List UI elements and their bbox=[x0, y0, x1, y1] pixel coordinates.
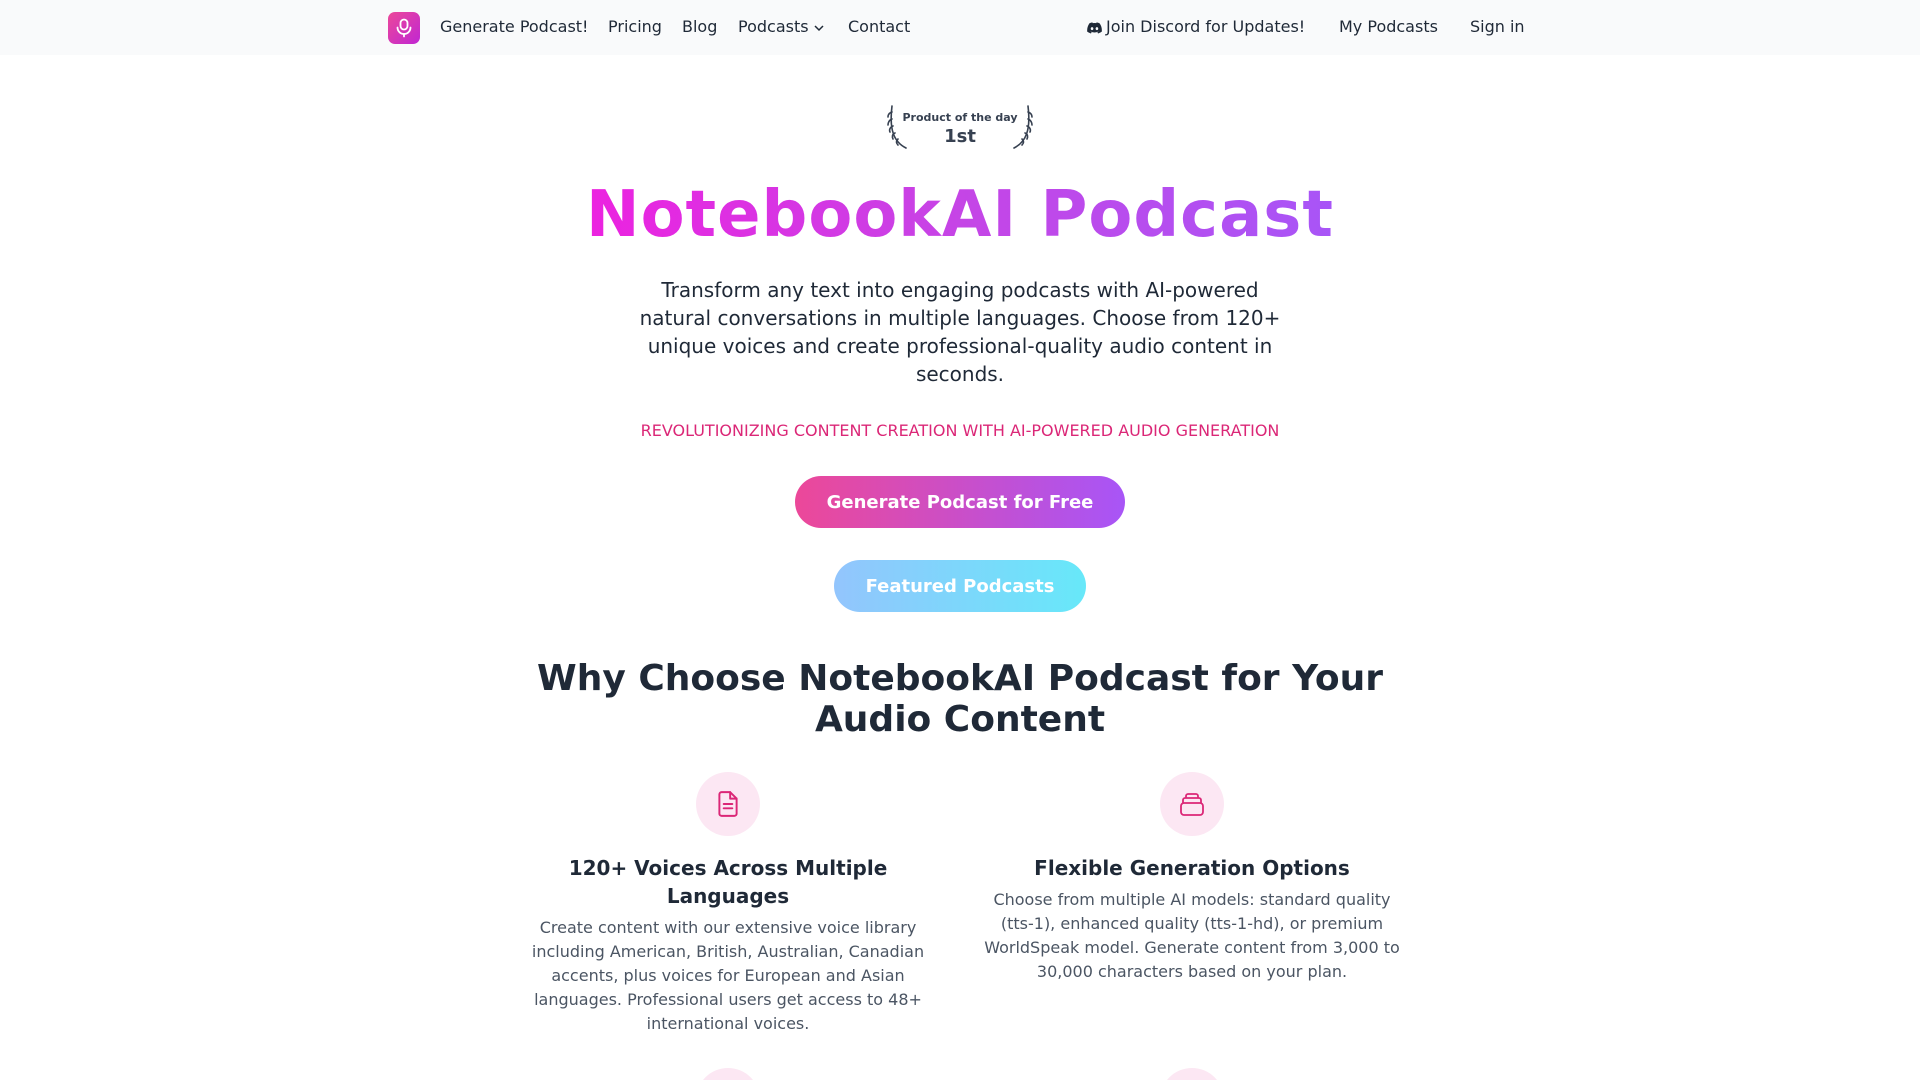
nav-generate-podcast[interactable]: Generate Podcast! bbox=[440, 17, 588, 37]
chevron-down-icon bbox=[814, 24, 824, 31]
nav-pricing[interactable]: Pricing bbox=[608, 17, 662, 37]
feature-description: Choose from multiple AI models: standard… bbox=[984, 890, 1400, 981]
laurel-right-icon bbox=[1013, 105, 1033, 149]
stack-icon bbox=[1160, 772, 1224, 836]
top-navbar: Generate Podcast! Pricing Blog Podcasts … bbox=[0, 0, 1920, 55]
generate-podcast-free-button[interactable]: Generate Podcast for Free bbox=[795, 476, 1125, 528]
hero-title-text: NotebookAI Podcast bbox=[586, 178, 1334, 252]
logo-microphone-icon[interactable] bbox=[388, 12, 420, 44]
hero-title: NotebookAI Podcast bbox=[0, 176, 1920, 254]
feature-card-generation: Flexible Generation Options Choose from … bbox=[982, 772, 1402, 984]
product-of-the-day-badge[interactable]: Product of the day 1st bbox=[886, 102, 1034, 150]
why-choose-heading: Why Choose NotebookAI Podcast for Your A… bbox=[537, 658, 1383, 740]
hero-tagline: REVOLUTIONIZING CONTENT CREATION WITH AI… bbox=[640, 421, 1280, 440]
feature-title: 120+ Voices Across Multiple Languages bbox=[568, 856, 888, 908]
discord-link[interactable]: Join Discord for Updates! bbox=[1087, 17, 1305, 37]
nav-sign-in[interactable]: Sign in bbox=[1470, 17, 1525, 37]
nav-my-podcasts[interactable]: My Podcasts bbox=[1339, 17, 1438, 37]
feature-icon-partial bbox=[696, 1068, 760, 1080]
nav-contact[interactable]: Contact bbox=[848, 17, 910, 37]
hero-description: Transform any text into engaging podcast… bbox=[639, 278, 1281, 386]
feature-description: Create content with our extensive voice … bbox=[531, 918, 925, 1033]
feature-card-voices: 120+ Voices Across Multiple Languages Cr… bbox=[518, 772, 938, 1036]
feature-title: Flexible Generation Options bbox=[1034, 856, 1350, 880]
feature-icon-partial bbox=[1160, 1068, 1224, 1080]
nav-blog[interactable]: Blog bbox=[682, 17, 717, 37]
featured-podcasts-button[interactable]: Featured Podcasts bbox=[834, 560, 1086, 612]
document-icon bbox=[696, 772, 760, 836]
discord-icon bbox=[1087, 21, 1102, 34]
discord-label: Join Discord for Updates! bbox=[1106, 17, 1306, 36]
nav-podcasts-label: Podcasts bbox=[738, 17, 809, 36]
nav-podcasts-dropdown[interactable]: Podcasts bbox=[738, 17, 825, 37]
